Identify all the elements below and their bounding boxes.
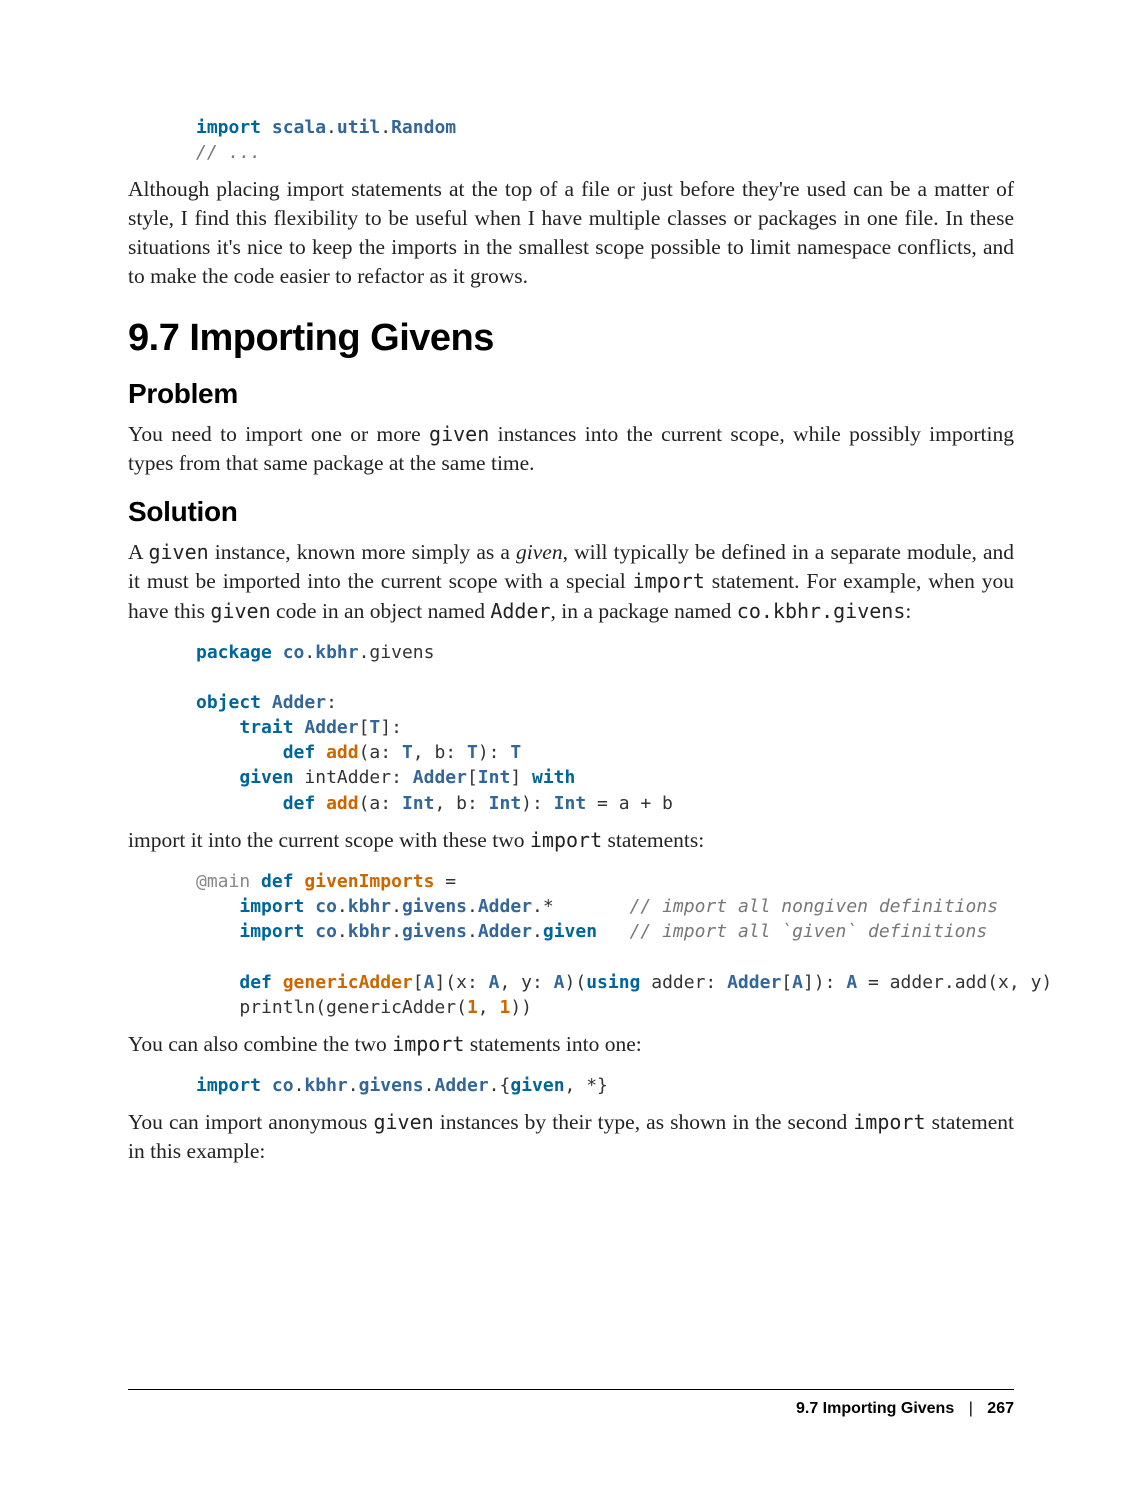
pkg-scala: scala — [272, 117, 326, 138]
code-block-2: package co.kbhr.givens object Adder: tra… — [196, 640, 1014, 816]
paragraph-combine: You can also combine the two import stat… — [128, 1030, 1014, 1059]
pkg-util: util — [337, 117, 380, 138]
inline-code-adder: Adder — [490, 599, 550, 623]
inline-code-pkg: co.kbhr.givens — [737, 599, 906, 623]
text: , in a package named — [551, 599, 737, 623]
inline-code-import: import — [633, 569, 705, 593]
footer-title: 9.7 Importing Givens — [796, 1400, 954, 1417]
footer-separator: | — [969, 1400, 973, 1417]
dot: . — [326, 117, 337, 138]
text: code in an object named — [271, 599, 491, 623]
section-heading: 9.7 Importing Givens — [128, 317, 1014, 360]
text: import it into the current scope with th… — [128, 828, 530, 852]
kw-import: import — [196, 117, 272, 138]
cls-random: Random — [391, 117, 456, 138]
inline-code-given: given — [373, 1110, 433, 1134]
page-footer: 9.7 Importing Givens | 267 — [128, 1389, 1014, 1418]
text: You can also combine the two — [128, 1032, 392, 1056]
paragraph-import-note: import it into the current scope with th… — [128, 826, 1014, 855]
text: : — [905, 599, 911, 623]
inline-code-given: given — [429, 422, 489, 446]
em-given: given — [516, 540, 563, 564]
code-block-3: @main def givenImports = import co.kbhr.… — [196, 869, 1014, 1020]
paragraph-anonymous: You can import anonymous given instances… — [128, 1108, 1014, 1166]
code-block-4: import co.kbhr.givens.Adder.{given, *} — [196, 1073, 1014, 1098]
page-number: 267 — [987, 1400, 1014, 1417]
text: A — [128, 540, 148, 564]
paragraph-intro: Although placing import statements at th… — [128, 175, 1014, 291]
text: You need to import one or more — [128, 422, 429, 446]
inline-code-import: import — [530, 828, 602, 852]
inline-code-import: import — [853, 1110, 925, 1134]
text: statements into one: — [464, 1032, 641, 1056]
problem-heading: Problem — [128, 378, 1014, 410]
text: instances by their type, as shown in the… — [434, 1110, 854, 1134]
comment: // ... — [196, 142, 261, 163]
paragraph-solution: A given instance, known more simply as a… — [128, 538, 1014, 625]
text: statements: — [602, 828, 704, 852]
text: instance, known more simply as a — [209, 540, 516, 564]
inline-code-import: import — [392, 1032, 464, 1056]
solution-heading: Solution — [128, 496, 1014, 528]
text: You can import anonymous — [128, 1110, 373, 1134]
code-block-1: import scala.util.Random // ... — [196, 115, 1014, 165]
paragraph-problem: You need to import one or more given ins… — [128, 420, 1014, 478]
inline-code-given: given — [148, 540, 208, 564]
inline-code-given: given — [210, 599, 270, 623]
dot: . — [380, 117, 391, 138]
